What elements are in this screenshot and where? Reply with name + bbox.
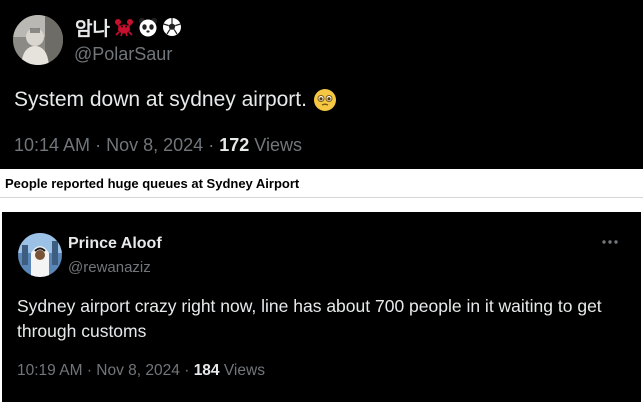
separator-dot: · (86, 362, 92, 379)
avatar-image (13, 15, 63, 65)
tweet-card-2: Prince Aloof @rewanaziz Sydney airport c… (2, 212, 641, 402)
tweet-time[interactable]: 10:14 AM (14, 135, 90, 155)
tweet-date[interactable]: Nov 8, 2024 (96, 362, 180, 379)
separator-dot: · (95, 135, 102, 155)
more-options-button[interactable] (599, 232, 621, 252)
views-count[interactable]: 172 (219, 135, 249, 155)
tweet-meta: 10:19 AM · Nov 8, 2024 · 184 Views (17, 362, 265, 380)
more-horizontal-icon (602, 240, 618, 244)
separator-dot: · (208, 135, 215, 155)
tweet-card-1: 암나 @PolarSaur System down at sydney airp… (0, 0, 643, 169)
panda-icon (138, 18, 157, 37)
views-label: Views (223, 362, 265, 379)
views-count[interactable]: 184 (194, 362, 220, 379)
display-name-text: 암나 (75, 17, 110, 40)
display-name[interactable]: 암나 (75, 14, 182, 40)
avatar-image (18, 233, 62, 277)
image-caption: People reported huge queues at Sydney Ai… (5, 176, 300, 191)
separator-dot: · (184, 362, 190, 379)
tweet-meta: 10:14 AM · Nov 8, 2024 · 172 Views (14, 135, 302, 156)
username-handle[interactable]: @rewanaziz (68, 259, 151, 276)
avatar[interactable] (13, 15, 63, 65)
username-handle[interactable]: @PolarSaur (74, 44, 172, 65)
tweet-time[interactable]: 10:19 AM (17, 362, 83, 379)
tweet-text-content: System down at sydney airport. (14, 88, 307, 111)
caption-divider (0, 197, 643, 198)
avatar[interactable] (18, 233, 62, 277)
holding-back-tears-face-icon (313, 89, 336, 111)
views-label: Views (254, 135, 302, 155)
tweet-date[interactable]: Nov 8, 2024 (106, 135, 203, 155)
soccer-ball-icon (162, 18, 181, 36)
crab-icon (114, 19, 133, 37)
tweet-text: System down at sydney airport. (14, 88, 337, 112)
display-name[interactable]: Prince Aloof (68, 235, 162, 253)
tweet-text: Sydney airport crazy right now, line has… (17, 296, 602, 341)
